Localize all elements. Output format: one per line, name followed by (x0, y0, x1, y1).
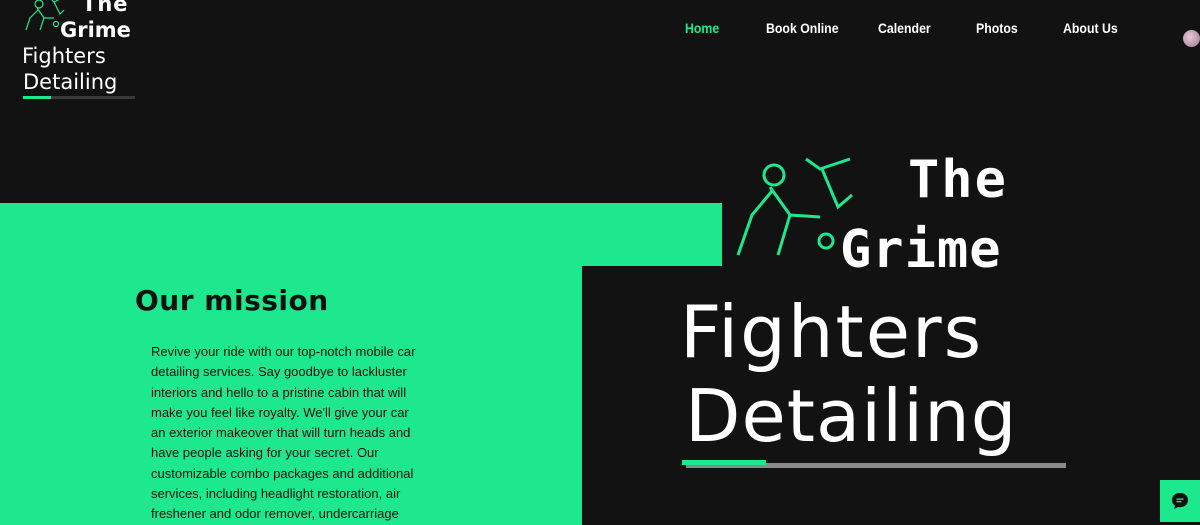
user-avatar[interactable] (1183, 30, 1200, 47)
site-header: The Grime Fighters Detailing Home Book O… (0, 0, 1200, 110)
hero-logo-line-1: The (908, 150, 1008, 210)
brand-line-2: Grime (60, 18, 131, 42)
nav-about-us[interactable]: About Us (1063, 18, 1125, 38)
hero-logo-underline-accent (682, 460, 766, 465)
mission-title: Our mission (135, 284, 329, 317)
chat-button[interactable] (1160, 480, 1200, 522)
brand-line-1: The (82, 0, 129, 16)
nav-calender[interactable]: Calender (878, 18, 940, 38)
brand-logo[interactable]: The Grime Fighters Detailing (20, 0, 140, 100)
nav-photos[interactable]: Photos (976, 18, 1029, 38)
hero-logo-line-3: Fighters (680, 290, 984, 374)
hero-logo: The Grime Fighters Detailing (680, 150, 1070, 470)
chat-bubble-icon (1172, 493, 1188, 509)
hero-logo-line-4: Detailing (685, 374, 1018, 458)
nav-home[interactable]: Home (685, 18, 719, 38)
brand-line-3: Fighters (22, 44, 106, 68)
brand-underline-accent (23, 96, 51, 99)
nav-book-online[interactable]: Book Online (766, 18, 845, 38)
brand-line-4: Detailing (23, 70, 118, 94)
mission-text: Revive your ride with our top-notch mobi… (151, 344, 416, 522)
hero-logo-line-2: Grime (840, 220, 1002, 280)
